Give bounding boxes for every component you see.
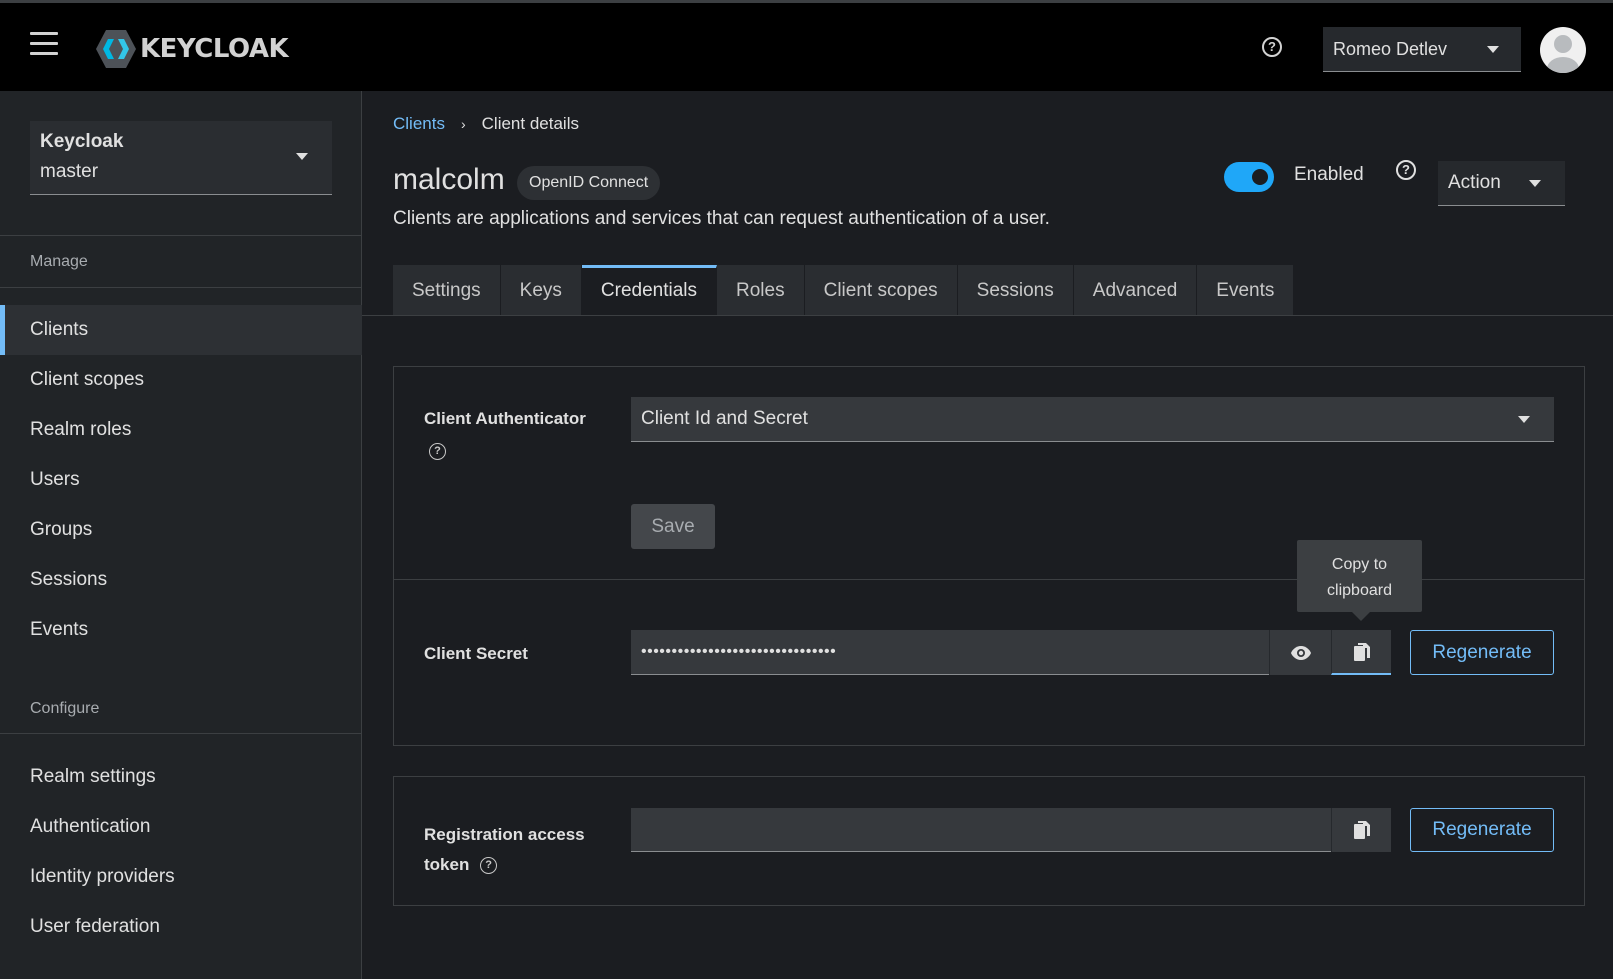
logo-text: KEYCLOAK (140, 34, 289, 64)
action-label: Action (1448, 172, 1501, 193)
enabled-label: Enabled (1294, 164, 1364, 185)
divider (362, 315, 1613, 316)
regenerate-secret-button[interactable]: Regenerate (1410, 630, 1554, 675)
client-secret-input[interactable]: •••••••••••••••••••••••••••••••• (631, 630, 1269, 675)
sidebar-item-authentication[interactable]: Authentication (0, 802, 362, 852)
sidebar-item-groups[interactable]: Groups (0, 505, 362, 555)
action-dropdown[interactable]: Action (1438, 161, 1565, 206)
copy-icon (1353, 821, 1370, 839)
enabled-toggle[interactable] (1224, 162, 1274, 192)
protocol-badge: OpenID Connect (517, 166, 661, 200)
sidebar-item-client-scopes[interactable]: Client scopes (0, 355, 362, 405)
help-icon[interactable]: ? (1396, 160, 1416, 180)
chevron-down-icon (296, 153, 308, 160)
tab-settings[interactable]: Settings (393, 265, 501, 316)
nav-section-configure: Configure (30, 700, 100, 717)
sidebar-item-events[interactable]: Events (0, 605, 362, 655)
toggle-knob (1252, 169, 1268, 185)
page-title: malcolm (393, 163, 505, 196)
registration-token-label-line1: Registration access (424, 825, 585, 844)
registration-token-label-line2: token (424, 855, 470, 874)
breadcrumb: Clients › Client details (393, 114, 579, 134)
client-authenticator-value: Client Id and Secret (641, 408, 808, 429)
chevron-down-icon (1518, 416, 1530, 423)
tooltip-arrow (1352, 612, 1370, 621)
tab-keys[interactable]: Keys (500, 265, 582, 316)
tab-bar: Settings Keys Credentials Roles Client s… (393, 265, 1295, 316)
nav-section-manage: Manage (30, 253, 88, 270)
user-avatar-icon (1547, 35, 1579, 73)
sidebar-item-user-federation[interactable]: User federation (0, 902, 362, 952)
client-secret-value: •••••••••••••••••••••••••••••••• (641, 643, 837, 660)
sidebar-item-sessions[interactable]: Sessions (0, 555, 362, 605)
keycloak-logo-icon (96, 30, 136, 68)
copy-token-button[interactable] (1331, 808, 1391, 852)
registration-token-label: Registration access token ? (424, 820, 585, 880)
divider (0, 733, 362, 734)
show-secret-button[interactable] (1269, 630, 1331, 675)
tab-credentials[interactable]: Credentials (581, 265, 718, 316)
registration-token-input[interactable] (631, 808, 1331, 852)
page-description: Clients are applications and services th… (393, 208, 1050, 229)
user-name: Romeo Detlev (1333, 38, 1448, 59)
sidebar-item-clients[interactable]: Clients (0, 305, 362, 355)
copy-icon (1353, 642, 1370, 661)
realm-selector[interactable]: Keycloak master (30, 121, 332, 195)
chevron-down-icon (1487, 46, 1499, 53)
sidebar-item-identity-providers[interactable]: Identity providers (0, 852, 362, 902)
copy-tooltip: Copy to clipboard (1297, 540, 1422, 612)
sidebar-item-realm-roles[interactable]: Realm roles (0, 405, 362, 455)
sidebar-item-realm-settings[interactable]: Realm settings (0, 752, 362, 802)
user-dropdown[interactable]: Romeo Detlev (1323, 27, 1521, 72)
realm-name: Keycloak (40, 131, 124, 152)
tab-advanced[interactable]: Advanced (1073, 265, 1198, 316)
help-icon[interactable]: ? (480, 857, 498, 875)
copy-secret-button[interactable] (1331, 630, 1391, 675)
tab-client-scopes[interactable]: Client scopes (804, 265, 958, 316)
sidebar: Keycloak master Manage Clients Client sc… (0, 91, 362, 979)
save-button[interactable]: Save (631, 504, 715, 549)
sidebar-item-users[interactable]: Users (0, 455, 362, 505)
realm-sub: master (40, 161, 99, 182)
client-authenticator-select[interactable]: Client Id and Secret (631, 397, 1554, 442)
tab-events[interactable]: Events (1197, 265, 1295, 316)
masthead: KEYCLOAK ? Romeo Detlev (0, 0, 1613, 91)
chevron-right-icon: › (460, 116, 466, 132)
chevron-down-icon (1529, 180, 1541, 187)
avatar[interactable] (1540, 27, 1586, 73)
breadcrumb-clients-link[interactable]: Clients (393, 114, 445, 134)
eye-icon (1290, 645, 1311, 660)
tab-roles[interactable]: Roles (717, 265, 805, 316)
tab-sessions[interactable]: Sessions (957, 265, 1074, 316)
breadcrumb-current: Client details (481, 114, 579, 133)
regenerate-token-button[interactable]: Regenerate (1410, 808, 1554, 852)
divider (0, 235, 362, 236)
keycloak-logo[interactable]: KEYCLOAK (94, 27, 289, 71)
client-authenticator-label: Client Authenticator (424, 409, 586, 428)
help-icon[interactable]: ? (1262, 37, 1282, 57)
client-secret-label: Client Secret (424, 644, 528, 663)
divider (0, 287, 362, 288)
help-icon[interactable]: ? (429, 443, 446, 460)
hamburger-menu-icon[interactable] (30, 32, 58, 58)
